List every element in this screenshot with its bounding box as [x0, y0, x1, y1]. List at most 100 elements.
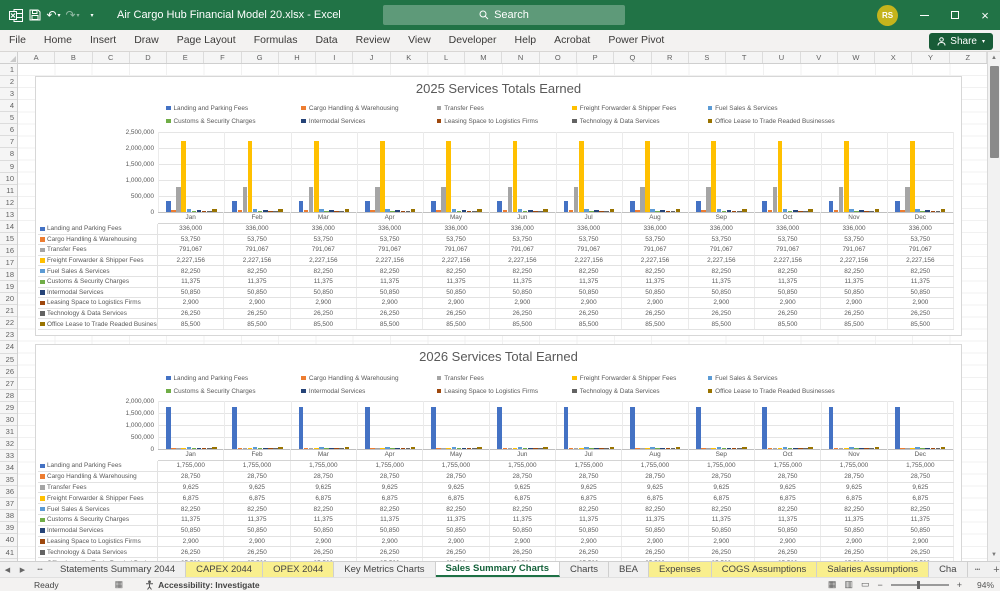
- column-header-g[interactable]: G: [242, 52, 279, 63]
- new-sheet-button[interactable]: +: [988, 562, 1000, 577]
- legend-item-freight-forwarder-shipper-fees[interactable]: Freight Forwarder & Shipper Fees: [572, 103, 707, 113]
- column-header-r[interactable]: R: [652, 52, 689, 63]
- column-header-e[interactable]: E: [167, 52, 205, 63]
- row-header-31[interactable]: 31: [0, 426, 17, 438]
- row-header-27[interactable]: 27: [0, 378, 17, 390]
- row-header-15[interactable]: 15: [0, 233, 17, 245]
- sheet-tab-cogs-assumptions[interactable]: COGS Assumptions: [711, 562, 818, 577]
- search-input[interactable]: Search: [383, 5, 625, 25]
- column-header-b[interactable]: B: [55, 52, 93, 63]
- column-header-d[interactable]: D: [130, 52, 168, 63]
- legend-item-technology-data-services[interactable]: Technology & Data Services: [572, 116, 707, 126]
- column-header-w[interactable]: W: [838, 52, 876, 63]
- ribbon-tab-formulas[interactable]: Formulas: [245, 30, 307, 51]
- row-header-4[interactable]: 4: [0, 100, 17, 113]
- scroll-up-icon[interactable]: ▲: [988, 52, 1000, 64]
- legend-item-technology-data-services[interactable]: Technology & Data Services: [572, 386, 707, 396]
- ribbon-tab-home[interactable]: Home: [35, 30, 81, 51]
- accessibility-status[interactable]: Accessibility: Investigate: [158, 580, 260, 590]
- sheet-tab-cha[interactable]: Cha: [929, 562, 968, 577]
- column-header-k[interactable]: K: [391, 52, 428, 63]
- legend-item-intermodal-services[interactable]: Intermodal Services: [301, 116, 436, 126]
- row-header-21[interactable]: 21: [0, 305, 17, 318]
- column-header-c[interactable]: C: [93, 52, 130, 63]
- close-button[interactable]: ×: [970, 0, 1000, 30]
- row-header-26[interactable]: 26: [0, 366, 17, 378]
- legend-item-fuel-sales-services[interactable]: Fuel Sales & Services: [707, 103, 843, 113]
- legend-item-transfer-fees[interactable]: Transfer Fees: [436, 373, 572, 383]
- row-header-2[interactable]: 2: [0, 76, 17, 89]
- legend-item-intermodal-services[interactable]: Intermodal Services: [301, 386, 436, 396]
- column-header-f[interactable]: F: [204, 52, 242, 63]
- sheet-tab-sales-summary-charts[interactable]: Sales Summary Charts: [435, 562, 561, 577]
- ribbon-tab-draw[interactable]: Draw: [125, 30, 168, 51]
- legend-item-cargo-handling-warehousing[interactable]: Cargo Handling & Warehousing: [301, 373, 436, 383]
- row-header-24[interactable]: 24: [0, 341, 17, 354]
- sheet-tab-opex-2044[interactable]: OPEX 2044: [263, 562, 335, 577]
- legend-item-fuel-sales-services[interactable]: Fuel Sales & Services: [707, 373, 843, 383]
- avatar[interactable]: RS: [877, 4, 898, 26]
- ribbon-tab-insert[interactable]: Insert: [81, 30, 125, 51]
- qat-customize-icon[interactable]: ▾: [82, 5, 101, 25]
- row-header-22[interactable]: 22: [0, 317, 17, 330]
- column-header-y[interactable]: Y: [912, 52, 950, 63]
- zoom-slider-thumb[interactable]: [916, 580, 920, 589]
- row-header-1[interactable]: 1: [0, 64, 17, 77]
- more-sheets-icon[interactable]: •••: [968, 562, 988, 577]
- column-header-o[interactable]: O: [540, 52, 577, 63]
- sheet-tab-expenses[interactable]: Expenses: [649, 562, 712, 577]
- zoom-out-icon[interactable]: −: [877, 580, 882, 590]
- row-header-38[interactable]: 38: [0, 510, 17, 523]
- chart-2025-services-totals[interactable]: 2025 Services Totals Earned Landing and P…: [35, 76, 962, 336]
- page-break-view-icon[interactable]: ▭: [861, 579, 870, 590]
- column-header-s[interactable]: S: [689, 52, 727, 63]
- row-header-12[interactable]: 12: [0, 197, 17, 209]
- save-icon[interactable]: [25, 5, 44, 25]
- ribbon-tab-page-layout[interactable]: Page Layout: [168, 30, 245, 51]
- column-header-t[interactable]: T: [726, 52, 764, 63]
- sheet-tab-capex-2044[interactable]: CAPEX 2044: [186, 562, 264, 577]
- row-header-30[interactable]: 30: [0, 414, 17, 426]
- column-header-n[interactable]: N: [502, 52, 540, 63]
- ribbon-tab-power-pivot[interactable]: Power Pivot: [599, 30, 673, 51]
- row-header-40[interactable]: 40: [0, 534, 17, 547]
- legend-item-leasing-space-to-logistics-firms[interactable]: Leasing Space to Logistics Firms: [436, 386, 572, 396]
- page-layout-view-icon[interactable]: ▥: [844, 579, 853, 590]
- legend-item-leasing-space-to-logistics-firms[interactable]: Leasing Space to Logistics Firms: [436, 116, 572, 126]
- column-header-z[interactable]: Z: [950, 52, 987, 63]
- undo-icon[interactable]: ↶ ▾: [44, 5, 63, 25]
- row-header-14[interactable]: 14: [0, 221, 17, 233]
- normal-view-icon[interactable]: ▦: [828, 579, 837, 590]
- row-header-33[interactable]: 33: [0, 450, 17, 463]
- ribbon-tab-developer[interactable]: Developer: [440, 30, 506, 51]
- sheet-nav-back-icon[interactable]: ◀: [0, 562, 15, 577]
- chart-2026-services-total[interactable]: 2026 Services Total Earned Landing and Pa…: [35, 344, 962, 561]
- row-header-39[interactable]: 39: [0, 522, 17, 535]
- row-header-25[interactable]: 25: [0, 354, 17, 366]
- legend-item-transfer-fees[interactable]: Transfer Fees: [436, 103, 572, 113]
- ribbon-tab-acrobat[interactable]: Acrobat: [545, 30, 599, 51]
- row-header-8[interactable]: 8: [0, 148, 17, 161]
- legend-item-landing-and-parking-fees[interactable]: Landing and Parking Fees: [166, 373, 301, 383]
- column-header-l[interactable]: L: [428, 52, 466, 63]
- column-header-p[interactable]: P: [577, 52, 615, 63]
- macro-record-icon[interactable]: ▦: [115, 579, 124, 590]
- redo-icon[interactable]: ↷ ▾: [63, 5, 82, 25]
- row-header-7[interactable]: 7: [0, 136, 17, 149]
- sheet-nav-more-icon[interactable]: •••: [30, 562, 50, 577]
- sheet-tab-statements-summary-2044[interactable]: Statements Summary 2044: [50, 562, 187, 577]
- row-header-3[interactable]: 3: [0, 88, 17, 101]
- row-header-37[interactable]: 37: [0, 498, 17, 511]
- column-header-v[interactable]: V: [801, 52, 838, 63]
- zoom-in-icon[interactable]: +: [957, 580, 962, 590]
- row-header-35[interactable]: 35: [0, 474, 17, 487]
- column-header-h[interactable]: H: [279, 52, 317, 63]
- column-header-u[interactable]: U: [763, 52, 801, 63]
- scroll-down-icon[interactable]: ▼: [988, 549, 1000, 561]
- legend-item-customs-security-charges[interactable]: Customs & Security Charges: [166, 116, 301, 126]
- legend-item-office-lease-to-trade-readed-businesses[interactable]: Office Lease to Trade Readed Businesses: [707, 116, 843, 126]
- column-header-x[interactable]: X: [875, 52, 913, 63]
- row-header-16[interactable]: 16: [0, 245, 17, 257]
- column-header-j[interactable]: J: [353, 52, 391, 63]
- vertical-scrollbar-thumb[interactable]: [990, 66, 999, 158]
